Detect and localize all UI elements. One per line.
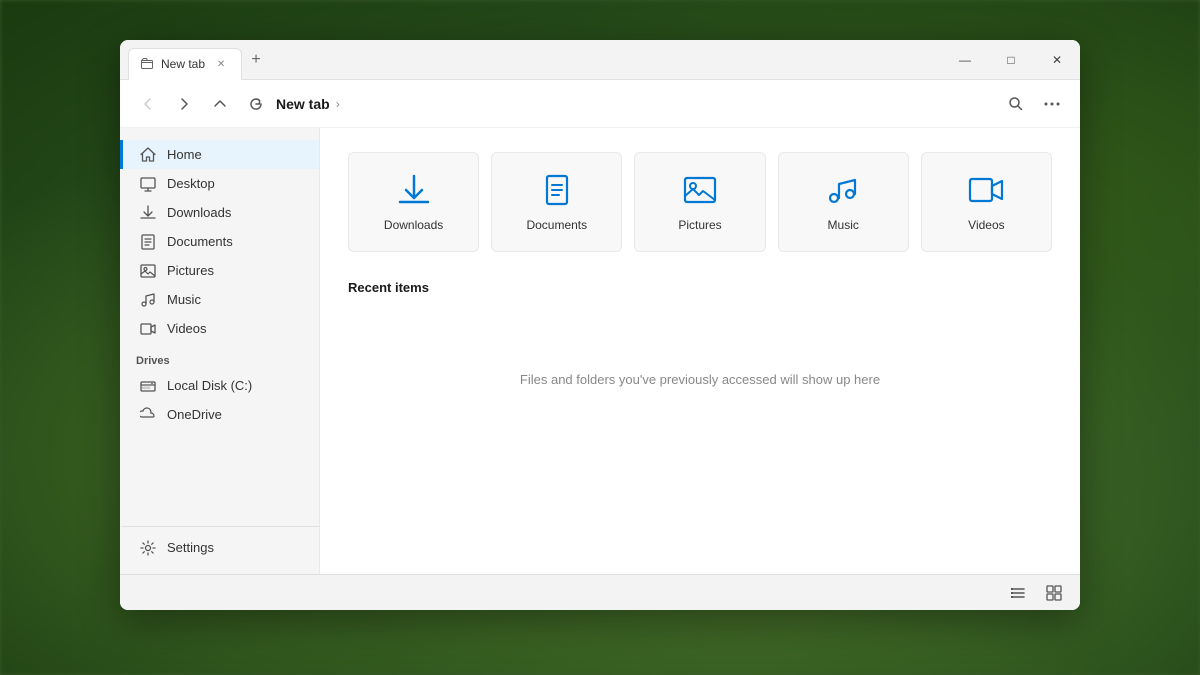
sidebar-label-downloads: Downloads xyxy=(167,205,231,220)
sidebar-label-music: Music xyxy=(167,292,201,307)
settings-icon xyxy=(139,539,157,556)
breadcrumb-text: New tab xyxy=(276,96,330,112)
title-bar: New tab ✕ + — □ ✕ xyxy=(120,40,1080,80)
content-area: Home Desktop xyxy=(120,128,1080,574)
minimize-button[interactable]: — xyxy=(942,40,988,80)
folder-card-music-icon xyxy=(825,172,861,208)
downloads-icon xyxy=(139,204,157,221)
home-icon xyxy=(139,146,157,163)
tab-close-button[interactable]: ✕ xyxy=(213,56,229,72)
sidebar-item-desktop[interactable]: Desktop xyxy=(120,169,319,198)
tab-area: New tab ✕ + xyxy=(120,40,942,79)
new-tab-button[interactable]: + xyxy=(242,46,270,74)
drives-section-title: Drives xyxy=(120,343,319,371)
folder-card-music-label: Music xyxy=(828,218,859,232)
grid-view-button[interactable] xyxy=(1040,579,1068,607)
sidebar-item-videos[interactable]: Videos xyxy=(120,314,319,343)
sidebar-label-pictures: Pictures xyxy=(167,263,214,278)
documents-icon xyxy=(139,233,157,250)
folder-card-pictures-icon xyxy=(682,172,718,208)
videos-icon xyxy=(139,320,157,337)
sidebar-label-settings: Settings xyxy=(167,540,214,555)
folder-card-documents-label: Documents xyxy=(526,218,587,232)
refresh-button[interactable] xyxy=(240,88,272,120)
breadcrumb-arrow: › xyxy=(336,97,340,111)
folder-card-documents-icon xyxy=(539,172,575,208)
sidebar-item-home[interactable]: Home xyxy=(120,140,319,169)
music-icon xyxy=(139,291,157,308)
sidebar-item-documents[interactable]: Documents xyxy=(120,227,319,256)
toolbar-right xyxy=(1000,88,1068,120)
sidebar-label-desktop: Desktop xyxy=(167,176,215,191)
breadcrumb: New tab › xyxy=(276,96,996,112)
sidebar-label-documents: Documents xyxy=(167,234,233,249)
sidebar-item-settings[interactable]: Settings xyxy=(120,526,319,562)
sidebar-item-onedrive[interactable]: OneDrive xyxy=(120,400,319,429)
local-disk-icon xyxy=(139,377,157,394)
maximize-button[interactable]: □ xyxy=(988,40,1034,80)
folder-card-downloads[interactable]: Downloads xyxy=(348,152,479,252)
folder-card-music[interactable]: Music xyxy=(778,152,909,252)
search-button[interactable] xyxy=(1000,88,1032,120)
folder-card-videos[interactable]: Videos xyxy=(921,152,1052,252)
folder-card-videos-label: Videos xyxy=(968,218,1004,232)
toolbar: New tab › xyxy=(120,80,1080,128)
quick-access-grid: Downloads Documents xyxy=(348,152,1052,252)
recent-section: Recent items Files and folders you've pr… xyxy=(348,280,1052,449)
sidebar-label-videos: Videos xyxy=(167,321,207,336)
up-button[interactable] xyxy=(204,88,236,120)
onedrive-icon xyxy=(139,406,157,423)
tab-folder-icon xyxy=(141,58,153,70)
folder-card-documents[interactable]: Documents xyxy=(491,152,622,252)
recent-empty-message: Files and folders you've previously acce… xyxy=(348,309,1052,449)
more-options-button[interactable] xyxy=(1036,88,1068,120)
forward-button[interactable] xyxy=(168,88,200,120)
file-explorer-window: New tab ✕ + — □ ✕ xyxy=(120,40,1080,610)
main-content: Downloads Documents xyxy=(320,128,1080,574)
folder-card-downloads-icon xyxy=(396,172,432,208)
sidebar-item-music[interactable]: Music xyxy=(120,285,319,314)
close-button[interactable]: ✕ xyxy=(1034,40,1080,80)
tab-label: New tab xyxy=(161,57,205,71)
pictures-icon xyxy=(139,262,157,279)
sidebar-label-local-disk: Local Disk (C:) xyxy=(167,378,252,393)
status-bar xyxy=(120,574,1080,610)
window-controls: — □ ✕ xyxy=(942,40,1080,80)
desktop-icon xyxy=(139,175,157,192)
tab-new-tab[interactable]: New tab ✕ xyxy=(128,48,242,80)
sidebar-label-home: Home xyxy=(167,147,202,162)
sidebar-item-downloads[interactable]: Downloads xyxy=(120,198,319,227)
sidebar-item-pictures[interactable]: Pictures xyxy=(120,256,319,285)
folder-card-videos-icon xyxy=(968,172,1004,208)
sidebar-label-onedrive: OneDrive xyxy=(167,407,222,422)
folder-card-pictures[interactable]: Pictures xyxy=(634,152,765,252)
folder-card-pictures-label: Pictures xyxy=(678,218,721,232)
back-button[interactable] xyxy=(132,88,164,120)
list-view-button[interactable] xyxy=(1004,579,1032,607)
recent-section-title: Recent items xyxy=(348,280,1052,295)
sidebar-item-local-disk[interactable]: Local Disk (C:) xyxy=(120,371,319,400)
folder-card-downloads-label: Downloads xyxy=(384,218,443,232)
sidebar: Home Desktop xyxy=(120,128,320,574)
